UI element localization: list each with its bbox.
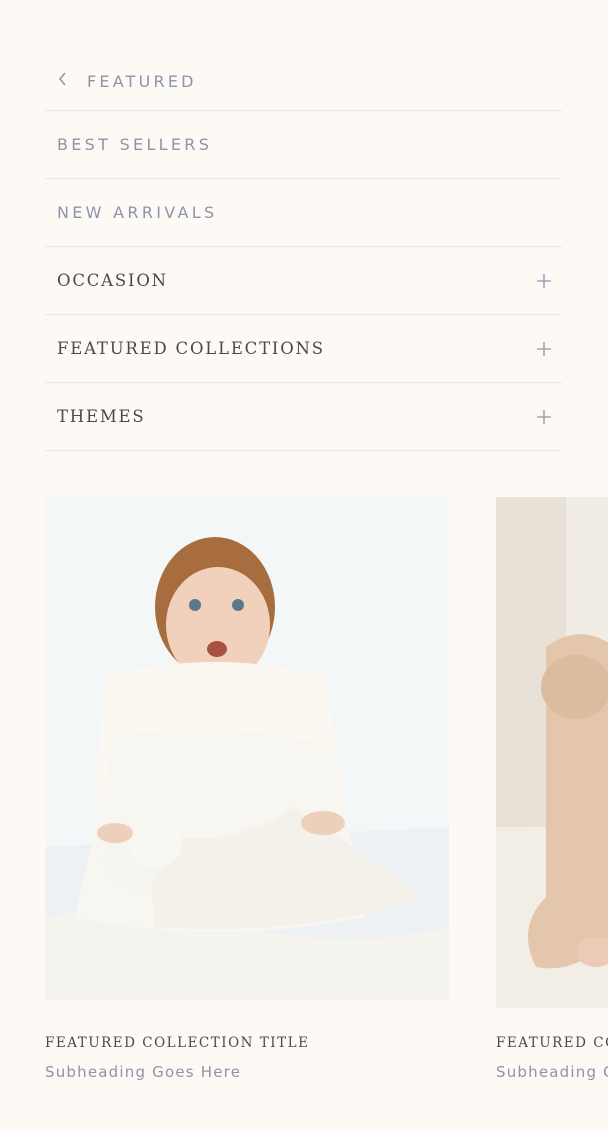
card-subheading: Subheading Goes Here [45, 1063, 242, 1081]
card-title: FEATURED COLLECTION TITLE [45, 1035, 310, 1051]
featured-collections-carousel: FEATURED COLLECTION TITLE Subheading Goe… [45, 497, 608, 1097]
menu-item-label: NEW ARRIVALS [57, 203, 218, 222]
chevron-left-icon[interactable] [45, 71, 87, 87]
menu-item-occasion[interactable]: OCCASION [45, 247, 562, 315]
card-title: FEATURED COLLECTION TITLE [496, 1035, 608, 1051]
collection-image-baby-beige[interactable] [496, 497, 608, 1008]
plus-icon[interactable] [536, 409, 552, 425]
menu-item-label: THEMES [57, 407, 146, 426]
menu-item-themes[interactable]: THEMES [45, 383, 562, 451]
collection-image-baby-white[interactable] [45, 497, 449, 1000]
mobile-menu: FEATURED BEST SELLERS NEW ARRIVALS OCCAS… [45, 48, 562, 451]
collection-card[interactable]: FEATURED COLLECTION TITLE Subheading Goe… [496, 497, 608, 1097]
plus-icon[interactable] [536, 341, 552, 357]
back-label: FEATURED [87, 71, 197, 91]
collection-card[interactable]: FEATURED COLLECTION TITLE Subheading Goe… [45, 497, 449, 1097]
menu-item-label: FEATURED COLLECTIONS [57, 339, 325, 358]
menu-item-label: OCCASION [57, 271, 168, 290]
menu-item-best-sellers[interactable]: BEST SELLERS [45, 111, 562, 179]
plus-icon[interactable] [536, 273, 552, 289]
card-subheading: Subheading Goes Here [496, 1063, 608, 1081]
menu-item-new-arrivals[interactable]: NEW ARRIVALS [45, 179, 562, 247]
menu-item-featured-collections[interactable]: FEATURED COLLECTIONS [45, 315, 562, 383]
menu-item-label: BEST SELLERS [57, 135, 213, 154]
back-to-featured[interactable]: FEATURED [45, 48, 562, 111]
